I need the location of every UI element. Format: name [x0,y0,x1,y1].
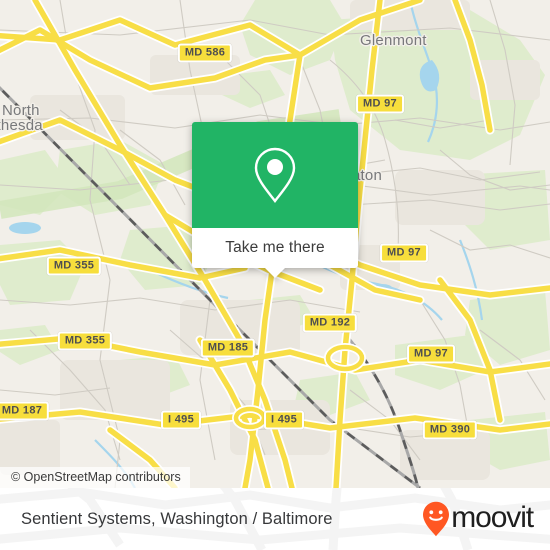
road-shield: MD 192 [302,313,358,333]
road-shield: MD 390 [422,420,478,440]
map-screenshot: Glenmont North ethesda aton MD 586 MD 97… [0,0,550,550]
road-shield: MD 97 [356,94,404,114]
road-shield: I 495 [161,410,201,430]
popup-image-area [192,122,358,228]
road-shield: I 495 [264,410,304,430]
moovit-smiley-pin-icon [423,501,450,537]
road-shield: MD 97 [407,344,455,364]
location-title: Sentient Systems, Washington / Baltimore [21,509,333,528]
moovit-logo: moovit [422,500,534,537]
map-canvas[interactable]: Glenmont North ethesda aton MD 586 MD 97… [0,0,550,488]
road-shield: MD 187 [0,401,50,421]
road-shield: MD 97 [380,243,428,263]
map-pin-icon [254,147,296,203]
road-shield: MD 355 [46,256,102,276]
road-shield: MD 355 [57,331,113,351]
footer-bar: Sentient Systems, Washington / Baltimore… [0,488,550,550]
popup-pointer-tail [264,267,286,278]
road-shield: MD 586 [177,43,233,63]
take-me-there-button[interactable]: Take me there [192,228,358,268]
moovit-wordmark: moovit [451,500,534,534]
road-shield: MD 185 [200,338,256,358]
take-me-there-label: Take me there [225,239,325,256]
map-attribution[interactable]: © OpenStreetMap contributors [0,467,190,488]
location-popup-card[interactable]: Take me there [192,122,358,278]
